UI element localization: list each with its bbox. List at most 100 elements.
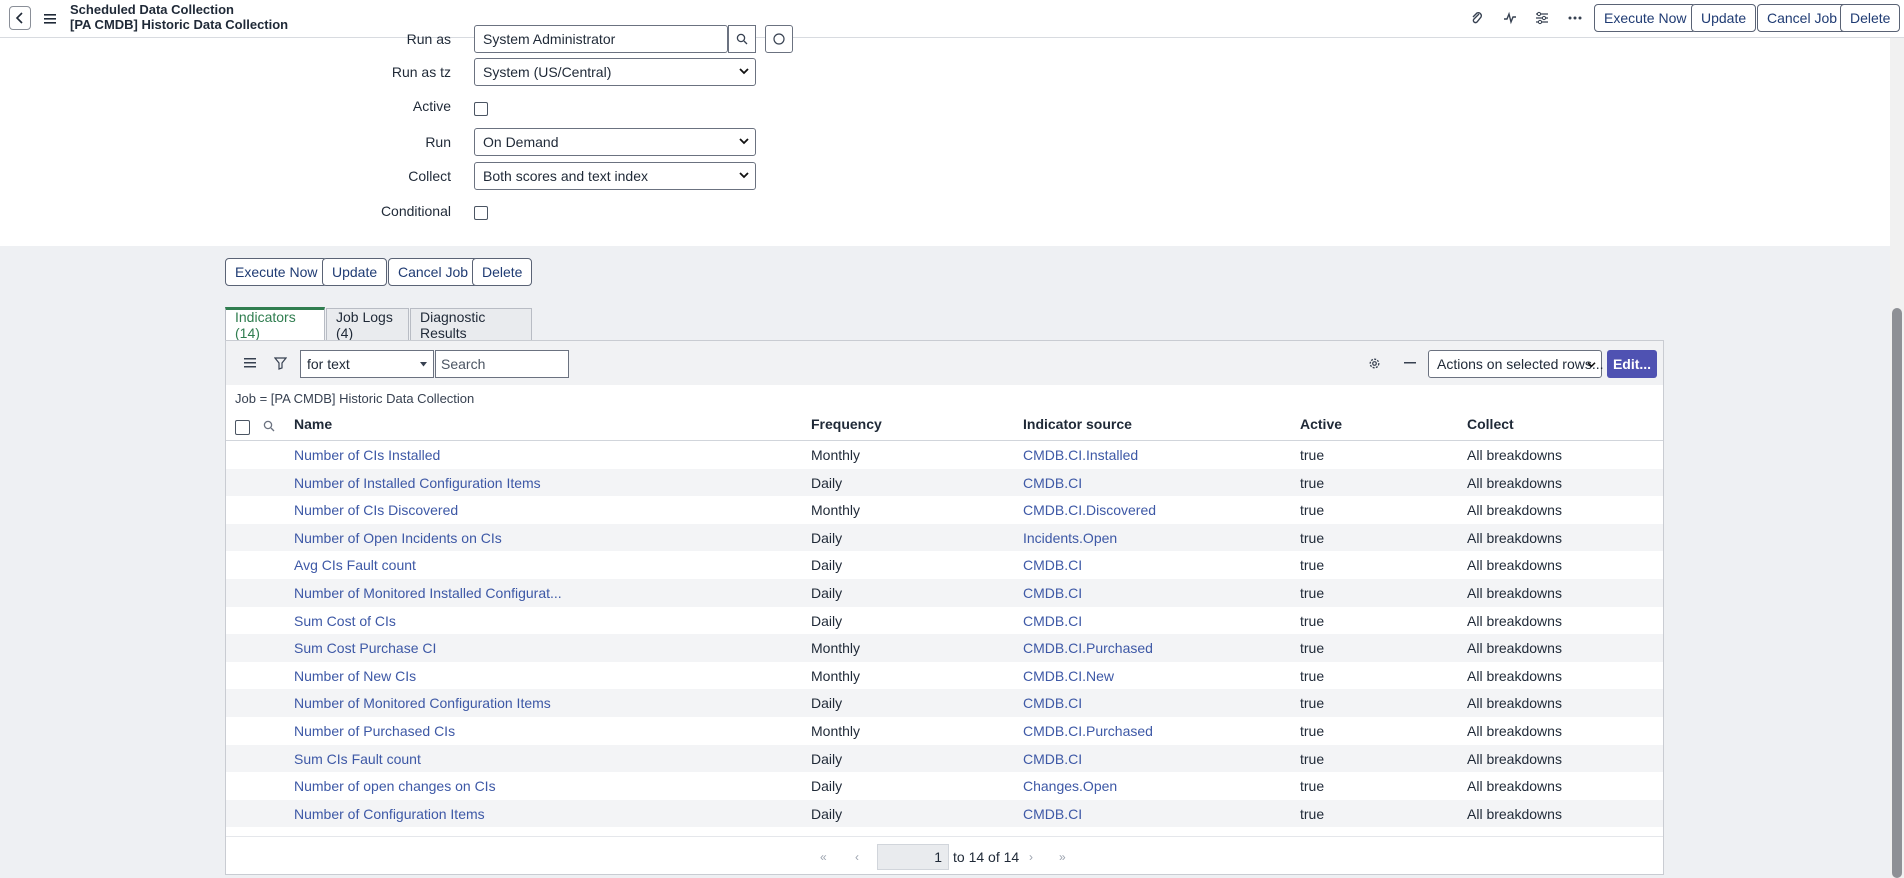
gear-icon[interactable]	[1365, 354, 1383, 372]
indicator-name-link[interactable]: Number of CIs Installed	[294, 447, 440, 463]
table-row[interactable]: Sum CIs Fault count Daily CMDB.CI true All b…	[226, 744, 1663, 773]
conditional-label: Conditional	[380, 203, 451, 219]
indicator-source-link[interactable]: CMDB.CI	[1023, 475, 1082, 491]
column-search-icon[interactable]	[263, 420, 275, 435]
more-icon[interactable]	[1566, 9, 1584, 27]
indicator-source-link[interactable]: CMDB.CI	[1023, 695, 1082, 711]
search-input[interactable]	[435, 350, 569, 378]
tab-diagnostic-results[interactable]: Diagnostic Results	[410, 308, 532, 341]
column-header-collect[interactable]: Collect	[1467, 416, 1514, 432]
run-as-info-button[interactable]	[765, 25, 793, 53]
collect-cell: All breakdowns	[1467, 695, 1562, 712]
indicator-source-link[interactable]: CMDB.CI.Installed	[1023, 447, 1138, 463]
edit-button[interactable]: Edit...	[1607, 350, 1657, 378]
execute-now-button[interactable]: Execute Now	[225, 258, 328, 286]
table-row[interactable]: Avg CIs Fault count Daily CMDB.CI true All b…	[226, 551, 1663, 579]
cancel-job-button[interactable]: Cancel Job	[388, 258, 479, 286]
indicator-name-link[interactable]: Number of open changes on CIs	[294, 778, 496, 794]
delete-button[interactable]: Delete	[472, 258, 533, 286]
indicator-source-link[interactable]: Incidents.Open	[1023, 530, 1117, 546]
run-as-lookup-button[interactable]	[728, 25, 756, 53]
header-execute-now-button[interactable]: Execute Now	[1594, 4, 1697, 32]
sliders-icon[interactable]	[1533, 9, 1551, 27]
collect-select[interactable]: Both scores and text index	[474, 162, 756, 190]
indicator-name-link[interactable]: Number of Configuration Items	[294, 806, 485, 822]
indicator-name-link[interactable]: Number of CIs Discovered	[294, 502, 458, 518]
indicator-source-link[interactable]: CMDB.CI.Discovered	[1023, 502, 1156, 518]
table-row[interactable]: Number of open changes on CIs Daily Change…	[226, 772, 1663, 800]
table-row[interactable]: Number of Monitored Installed Configurat…	[226, 579, 1663, 607]
table-row[interactable]: Sum Cost of CIs Daily CMDB.CI true All break…	[226, 607, 1663, 635]
form-body: Run as System Administrator Run as tz Sy…	[0, 25, 1890, 246]
active-cell: true	[1300, 474, 1325, 491]
indicator-name-link[interactable]: Sum CIs Fault count	[294, 751, 421, 767]
actions-on-selected-rows-select[interactable]: Actions on selected rows...	[1428, 350, 1604, 378]
column-header-indicator-source[interactable]: Indicator source	[1023, 416, 1132, 432]
indicator-name-link[interactable]: Number of Installed Configuration Items	[294, 475, 541, 491]
indicator-source-link[interactable]: CMDB.CI.Purchased	[1023, 723, 1153, 739]
first-page-icon[interactable]: «	[820, 850, 827, 864]
last-page-icon[interactable]: »	[1059, 850, 1066, 864]
breadcrumb[interactable]: Job = [PA CMDB] Historic Data Collection	[235, 391, 474, 406]
header-delete-button[interactable]: Delete	[1840, 4, 1901, 32]
tab-indicators[interactable]: Indicators (14)	[225, 307, 325, 341]
table-row[interactable]: Number of CIs Discovered Monthly CMDB.CI.D…	[226, 496, 1663, 524]
indicator-source-link[interactable]: CMDB.CI	[1023, 613, 1082, 629]
update-button[interactable]: Update	[322, 258, 388, 286]
scrollbar-thumb[interactable]	[1892, 308, 1902, 878]
indicator-source-link[interactable]: CMDB.CI.Purchased	[1023, 640, 1153, 656]
indicator-name-link[interactable]: Number of Purchased CIs	[294, 723, 455, 739]
indicator-source-link[interactable]: CMDB.CI	[1023, 806, 1082, 822]
collect-label: Collect	[408, 168, 451, 184]
run-as-tz-select[interactable]: System (US/Central)	[474, 58, 756, 86]
previous-page-icon[interactable]: ‹	[855, 850, 859, 864]
collect-cell: All breakdowns	[1467, 612, 1562, 629]
table-row[interactable]: Number of Purchased CIs Monthly CMDB.CI.Pu…	[226, 717, 1663, 745]
active-cell: true	[1300, 529, 1325, 546]
indicator-name-link[interactable]: Number of New CIs	[294, 668, 416, 684]
collapse-icon[interactable]	[1401, 354, 1419, 372]
menu-icon[interactable]	[44, 12, 56, 27]
table-row[interactable]: Number of Configuration Items Daily CMDB.C…	[226, 799, 1663, 828]
back-button[interactable]	[9, 6, 31, 30]
table-row[interactable]: Number of CIs Installed Monthly CMDB.CI.In…	[226, 441, 1663, 469]
collect-cell: All breakdowns	[1467, 502, 1562, 519]
filter-icon[interactable]	[271, 354, 289, 372]
indicator-name-link[interactable]: Sum Cost Purchase CI	[294, 640, 436, 656]
paperclip-icon[interactable]	[1468, 9, 1486, 27]
column-header-name[interactable]: Name	[294, 416, 332, 432]
indicator-name-link[interactable]: Sum Cost of CIs	[294, 613, 396, 629]
indicator-source-link[interactable]: CMDB.CI.New	[1023, 668, 1114, 684]
table-row[interactable]: Sum Cost Purchase CI Monthly CMDB.CI.Purch…	[226, 634, 1663, 662]
table-row[interactable]: Number of New CIs Monthly CMDB.CI.New true A…	[226, 662, 1663, 690]
indicator-source-link[interactable]: CMDB.CI	[1023, 557, 1082, 573]
activity-icon[interactable]	[1501, 9, 1519, 27]
indicator-name-link[interactable]: Number of Open Incidents on CIs	[294, 530, 502, 546]
page-number-input[interactable]: 1	[877, 844, 949, 870]
search-field-select[interactable]: for text	[300, 350, 434, 378]
list-menu-icon[interactable]	[241, 354, 259, 372]
active-checkbox[interactable]	[474, 102, 488, 116]
table-row[interactable]: Number of Open Incidents on CIs Daily Inci…	[226, 523, 1663, 552]
active-cell: true	[1300, 750, 1325, 767]
page-scrollbar[interactable]	[1890, 38, 1904, 878]
indicator-source-link[interactable]: CMDB.CI	[1023, 585, 1082, 601]
table-row[interactable]: Number of Installed Configuration Items D…	[226, 468, 1663, 497]
conditional-checkbox[interactable]	[474, 206, 488, 220]
select-all-checkbox[interactable]	[235, 420, 250, 435]
indicator-source-link[interactable]: Changes.Open	[1023, 778, 1117, 794]
run-select[interactable]: On Demand	[474, 128, 756, 156]
next-page-icon[interactable]: ›	[1029, 850, 1033, 864]
tab-job-logs[interactable]: Job Logs (4)	[326, 308, 409, 341]
column-header-frequency[interactable]: Frequency	[811, 416, 882, 432]
run-as-field[interactable]: System Administrator	[474, 25, 728, 53]
active-cell: true	[1300, 585, 1325, 601]
indicator-name-link[interactable]: Number of Monitored Configuration Items	[294, 695, 551, 711]
header-cancel-job-button[interactable]: Cancel Job	[1757, 4, 1848, 32]
indicator-source-link[interactable]: CMDB.CI	[1023, 751, 1082, 767]
indicator-name-link[interactable]: Avg CIs Fault count	[294, 557, 416, 573]
header-update-button[interactable]: Update	[1691, 4, 1757, 32]
table-row[interactable]: Number of Monitored Configuration Items D…	[226, 689, 1663, 717]
column-header-active[interactable]: Active	[1300, 416, 1342, 432]
indicator-name-link[interactable]: Number of Monitored Installed Configurat…	[294, 585, 562, 601]
